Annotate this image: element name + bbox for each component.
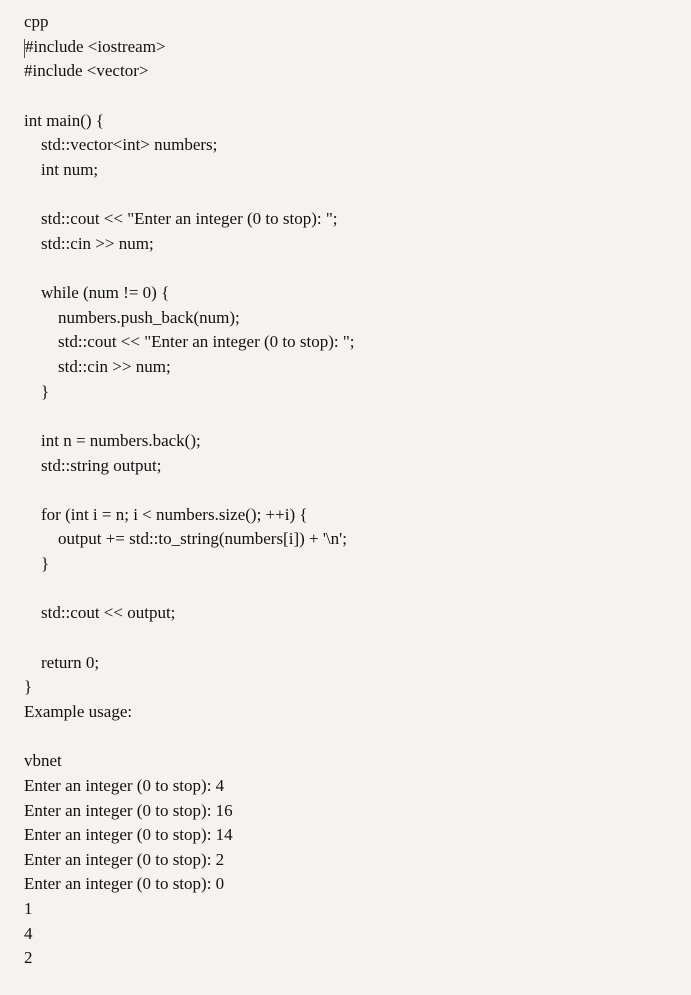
output-language-tag: vbnet — [24, 751, 62, 770]
output-line: 2 — [24, 948, 33, 967]
output-line: Enter an integer (0 to stop): 0 — [24, 874, 224, 893]
code-line: std::cin >> num; — [24, 234, 154, 253]
document-page: cpp #include <iostream> #include <vector… — [0, 0, 691, 995]
code-line: return 0; — [24, 653, 99, 672]
code-line: output += std::to_string(numbers[i]) + '… — [24, 529, 347, 548]
code-line: #include <iostream> — [25, 37, 166, 56]
example-usage-label: Example usage: — [24, 702, 132, 721]
code-line: while (num != 0) { — [24, 283, 169, 302]
code-line: } — [24, 677, 32, 696]
output-line: Enter an integer (0 to stop): 4 — [24, 776, 224, 795]
code-line: numbers.push_back(num); — [24, 308, 240, 327]
code-line: int n = numbers.back(); — [24, 431, 201, 450]
code-line: std::vector<int> numbers; — [24, 135, 217, 154]
output-line: 1 — [24, 899, 33, 918]
code-line: std::cin >> num; — [24, 357, 171, 376]
code-line: #include <vector> — [24, 61, 148, 80]
output-line: 4 — [24, 924, 33, 943]
code-line: std::cout << "Enter an integer (0 to sto… — [24, 209, 338, 228]
output-line: Enter an integer (0 to stop): 2 — [24, 850, 224, 869]
code-line: std::string output; — [24, 456, 161, 475]
output-line: Enter an integer (0 to stop): 14 — [24, 825, 233, 844]
code-line: for (int i = n; i < numbers.size(); ++i)… — [24, 505, 308, 524]
code-line: std::cout << "Enter an integer (0 to sto… — [24, 332, 355, 351]
code-line: } — [24, 382, 49, 401]
code-language-tag: cpp — [24, 12, 49, 31]
output-line: Enter an integer (0 to stop): 16 — [24, 801, 233, 820]
code-line: int num; — [24, 160, 98, 179]
text-cursor — [24, 39, 25, 58]
code-line: } — [24, 554, 49, 573]
code-line: int main() { — [24, 111, 104, 130]
code-line: std::cout << output; — [24, 603, 175, 622]
